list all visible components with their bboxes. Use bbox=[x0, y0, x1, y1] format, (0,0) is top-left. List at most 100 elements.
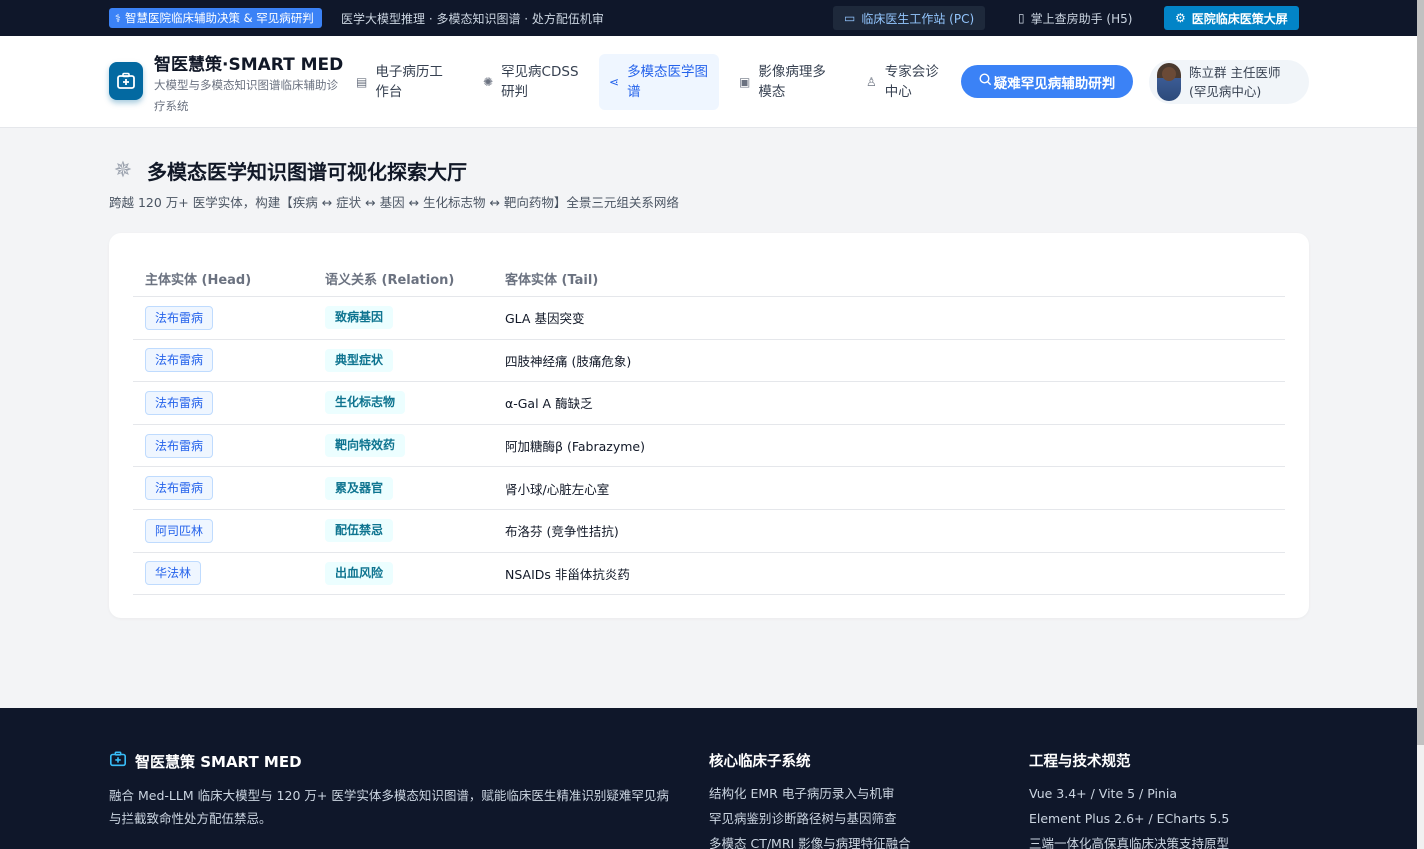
head-entity-tag[interactable]: 法布雷病 bbox=[145, 433, 214, 458]
medical-kit-svg bbox=[117, 72, 135, 89]
phone-icon: ▯ bbox=[1018, 11, 1025, 25]
tail-entity: 布洛芬 (竞争性拮抗) bbox=[505, 524, 619, 540]
head-cell: 阿司匹林 bbox=[145, 510, 214, 552]
head-cell: 法布雷病 bbox=[145, 340, 214, 382]
relation-tag: 配伍禁忌 bbox=[325, 519, 394, 543]
document-icon: ▤ bbox=[356, 75, 368, 89]
nav-knowledge-graph[interactable]: ⋖ 多模态医学图谱 bbox=[599, 54, 719, 110]
scrollbar-thumb[interactable] bbox=[1417, 0, 1424, 745]
column-tail[interactable]: 客体实体 (Tail) bbox=[505, 269, 598, 288]
relation-cell: 致病基因 bbox=[325, 297, 394, 339]
user-icon: ♙ bbox=[866, 75, 877, 89]
relation-tag: 致病基因 bbox=[325, 306, 394, 330]
head-cell: 华法林 bbox=[145, 553, 202, 595]
relation-cell: 累及器官 bbox=[325, 467, 394, 509]
top-bar: ⚕ 智慧医院临床辅助决策 & 罕见病研判 医学大模型推理 · 多模态知识图谱 ·… bbox=[0, 0, 1417, 36]
nav-cdss-label: 罕见病CDSS研判 bbox=[501, 64, 579, 100]
footer-brand: 智医慧策 SMART MED bbox=[109, 750, 302, 773]
page-title-text: 多模态医学知识图谱可视化探索大厅 bbox=[147, 160, 467, 184]
footer-link[interactable]: Element Plus 2.6+ / ECharts 5.5 bbox=[1029, 806, 1229, 831]
nav-consult-label: 专家会诊中心 bbox=[884, 64, 939, 100]
table-row[interactable]: 法布雷病 致病基因 GLA 基因突变 bbox=[133, 297, 1285, 340]
scrollbar[interactable] bbox=[1417, 0, 1424, 849]
relation-cell: 出血风险 bbox=[325, 553, 394, 595]
dashboard-screen-link[interactable]: ⚙ 医院临床医策大屏 bbox=[1164, 6, 1299, 30]
head-entity-tag[interactable]: 法布雷病 bbox=[145, 348, 214, 373]
table-row[interactable]: 法布雷病 典型症状 四肢神经痛 (肢痛危象) bbox=[133, 340, 1285, 383]
h5-assistant-link[interactable]: ▯ 掌上查房助手 (H5) bbox=[1007, 6, 1143, 30]
footer-col2-title: 工程与技术规范 bbox=[1029, 754, 1131, 770]
footer-link[interactable]: 罕见病鉴别诊断路径树与基因筛查 bbox=[709, 806, 911, 831]
head-entity-tag[interactable]: 法布雷病 bbox=[145, 476, 214, 501]
table-row[interactable]: 法布雷病 靶向特效药 阿加糖酶β (Fabrazyme) bbox=[133, 425, 1285, 468]
system-brand-badge: ⚕ 智慧医院临床辅助决策 & 罕见病研判 bbox=[109, 8, 322, 28]
footer-brand-label: 智医慧策 SMART MED bbox=[135, 753, 302, 771]
relation-tag: 靶向特效药 bbox=[325, 434, 406, 458]
relation-cell: 配伍禁忌 bbox=[325, 510, 394, 552]
head-entity-tag[interactable]: 法布雷病 bbox=[145, 305, 214, 330]
triples-table-card: 主体实体 (Head) 语义关系 (Relation) 客体实体 (Tail) … bbox=[109, 233, 1309, 618]
column-relation[interactable]: 语义关系 (Relation) bbox=[325, 269, 454, 288]
image-icon: ▣ bbox=[739, 75, 751, 89]
table-row[interactable]: 法布雷病 累及器官 肾小球/心脏左心室 bbox=[133, 467, 1285, 510]
relation-cell: 生化标志物 bbox=[325, 382, 406, 424]
head-cell: 法布雷病 bbox=[145, 297, 214, 339]
footer-link[interactable]: Vue 3.4+ / Vite 5 / Pinia bbox=[1029, 781, 1229, 806]
column-head[interactable]: 主体实体 (Head) bbox=[145, 269, 251, 288]
user-profile[interactable]: 陈立群 主任医师 (罕见病中心) bbox=[1149, 60, 1309, 104]
nav-imaging-pathology[interactable]: ▣ 影像病理多模态 bbox=[729, 54, 849, 110]
gear-icon: ⚙ bbox=[1175, 11, 1186, 25]
footer-col1-title: 核心临床子系统 bbox=[709, 754, 811, 770]
nav-expert-consult[interactable]: ♙ 专家会诊中心 bbox=[856, 54, 956, 110]
page-description: 跨越 120 万+ 医学实体，构建【疾病 ↔ 症状 ↔ 基因 ↔ 生化标志物 ↔… bbox=[109, 195, 679, 210]
relation-tag: 生化标志物 bbox=[325, 391, 406, 415]
footer-description: 融合 Med-LLM 临床大模型与 120 万+ 医学实体多模态知识图谱，赋能临… bbox=[109, 788, 669, 826]
nav-rare-cdss[interactable]: ✺ 罕见病CDSS研判 bbox=[473, 54, 589, 110]
rare-disease-analysis-button[interactable]: 疑难罕见病辅助研判 bbox=[961, 65, 1133, 98]
table-row[interactable]: 法布雷病 生化标志物 α-Gal A 酶缺乏 bbox=[133, 382, 1285, 425]
system-subtitle: 医学大模型推理 · 多模态知识图谱 · 处方配伍机审 bbox=[341, 12, 604, 26]
h5-assistant-label: 掌上查房助手 (H5) bbox=[1030, 11, 1133, 26]
laptop-icon: ▭ bbox=[844, 11, 856, 25]
pc-workstation-label: 临床医生工作站 (PC) bbox=[861, 11, 975, 26]
tail-entity: NSAIDs 非甾体抗炎药 bbox=[505, 566, 630, 582]
table-row[interactable]: 阿司匹林 配伍禁忌 布洛芬 (竞争性拮抗) bbox=[133, 510, 1285, 553]
main-header: 智医慧策·SMART MED 大模型与多模态知识图谱临床辅助诊疗系统 ▤ 电子病… bbox=[0, 36, 1417, 128]
head-cell: 法布雷病 bbox=[145, 425, 214, 467]
footer: 智医慧策 SMART MED 融合 Med-LLM 临床大模型与 120 万+ … bbox=[0, 708, 1417, 849]
nav-imaging-label: 影像病理多模态 bbox=[758, 64, 826, 100]
nav-emr-workbench[interactable]: ▤ 电子病历工作台 bbox=[346, 54, 456, 110]
footer-kit-svg bbox=[109, 751, 127, 767]
dna-icon: ⚕ bbox=[115, 11, 121, 25]
relation-cell: 靶向特效药 bbox=[325, 425, 406, 467]
footer-link[interactable]: 三端一体化高保真临床决策支持原型 bbox=[1029, 831, 1229, 849]
footer-col1-list: 结构化 EMR 电子病历录入与机审 罕见病鉴别诊断路径树与基因筛查 多模态 CT… bbox=[709, 781, 911, 849]
table-row[interactable]: 华法林 出血风险 NSAIDs 非甾体抗炎药 bbox=[133, 553, 1285, 596]
footer-link[interactable]: 结构化 EMR 电子病历录入与机审 bbox=[709, 781, 911, 806]
relation-tag: 典型症状 bbox=[325, 348, 394, 372]
avatar bbox=[1157, 63, 1181, 101]
medical-kit-icon[interactable] bbox=[109, 62, 143, 100]
search-svg bbox=[979, 73, 991, 86]
head-entity-tag[interactable]: 阿司匹林 bbox=[145, 518, 214, 543]
nav-kg-label: 多模态医学图谱 bbox=[627, 64, 709, 100]
pc-workstation-link[interactable]: ▭ 临床医生工作站 (PC) bbox=[833, 6, 986, 30]
tail-entity: 肾小球/心脏左心室 bbox=[505, 481, 610, 497]
tail-entity: 阿加糖酶β (Fabrazyme) bbox=[505, 439, 645, 455]
relation-cell: 典型症状 bbox=[325, 340, 394, 382]
head-entity-tag[interactable]: 法布雷病 bbox=[145, 390, 214, 415]
dashboard-screen-label: 医院临床医策大屏 bbox=[1191, 11, 1288, 26]
user-name: 陈立群 主任医师 bbox=[1189, 65, 1281, 80]
user-info: 陈立群 主任医师 (罕见病中心) bbox=[1189, 63, 1280, 101]
head-cell: 法布雷病 bbox=[145, 382, 214, 424]
table-header: 主体实体 (Head) 语义关系 (Relation) 客体实体 (Tail) bbox=[133, 261, 1285, 297]
head-entity-tag[interactable]: 华法林 bbox=[145, 561, 202, 586]
relation-tag: 累及器官 bbox=[325, 476, 394, 500]
tail-entity: α-Gal A 酶缺乏 bbox=[505, 396, 593, 412]
tail-entity: GLA 基因突变 bbox=[505, 311, 585, 327]
search-icon bbox=[979, 73, 992, 90]
app-title[interactable]: 智医慧策·SMART MED bbox=[154, 50, 343, 75]
rare-disease-analysis-label: 疑难罕见病辅助研判 bbox=[993, 75, 1116, 92]
share-icon: ⋖ bbox=[609, 75, 620, 89]
footer-link[interactable]: 多模态 CT/MRI 影像与病理特征融合 bbox=[709, 831, 911, 849]
